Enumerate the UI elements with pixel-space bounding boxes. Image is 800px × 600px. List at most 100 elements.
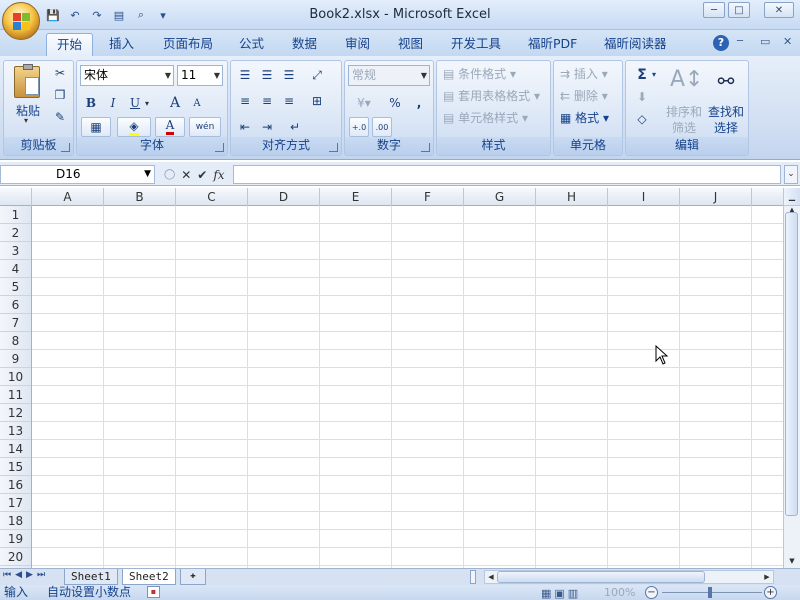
cut-icon[interactable]: ✂ — [50, 63, 70, 83]
row-header[interactable]: 16 — [0, 476, 31, 494]
row-header[interactable]: 12 — [0, 404, 31, 422]
row-header[interactable]: 2 — [0, 224, 31, 242]
row-header[interactable]: 6 — [0, 296, 31, 314]
insert-function-icon[interactable]: fx — [213, 168, 224, 182]
tab-foxit-pdf[interactable]: 福昕PDF — [518, 33, 587, 56]
row-header[interactable]: 20 — [0, 548, 31, 566]
decrease-decimal-button[interactable]: .00 — [372, 117, 392, 137]
autosum-button[interactable]: Σ — [632, 65, 652, 85]
conditional-format-button[interactable]: ▤ 条件格式 ▾ — [443, 65, 516, 82]
zoom-slider[interactable] — [662, 592, 762, 593]
fill-color-button[interactable]: ◈ — [117, 117, 151, 137]
merge-center-icon[interactable]: ⊞ — [307, 91, 327, 111]
close-button[interactable]: ✕ — [764, 2, 794, 18]
increase-decimal-button[interactable]: +.0 — [349, 117, 369, 137]
percent-button[interactable]: % — [385, 93, 405, 113]
row-header[interactable]: 19 — [0, 530, 31, 548]
maximize-button[interactable]: □ — [728, 2, 750, 18]
format-painter-icon[interactable]: ✎ — [50, 107, 70, 127]
insert-cells-button[interactable]: ⇉ 插入 ▾ — [560, 65, 608, 82]
expand-formula-bar-icon[interactable]: ⌄ — [784, 165, 798, 184]
formula-input[interactable] — [233, 165, 781, 184]
paste-button[interactable]: 粘贴 ▾ — [10, 64, 46, 125]
underline-button[interactable]: U — [125, 93, 145, 113]
name-box[interactable]: D16 ▼ — [0, 165, 155, 184]
column-header[interactable]: D — [248, 188, 320, 206]
row-header[interactable]: 7 — [0, 314, 31, 332]
scroll-left-icon[interactable]: ◀ — [485, 571, 497, 583]
tab-formulas[interactable]: 公式 — [229, 33, 274, 56]
ribbon-close-button[interactable]: ✕ — [783, 35, 792, 48]
clipboard-launcher-icon[interactable] — [61, 143, 70, 152]
sheet-tab-active[interactable]: Sheet2 — [122, 569, 176, 585]
shrink-font-button[interactable]: A — [187, 93, 207, 113]
decrease-indent-icon[interactable]: ⇤ — [235, 117, 255, 137]
alignment-launcher-icon[interactable] — [329, 143, 338, 152]
row-header[interactable]: 14 — [0, 440, 31, 458]
format-cells-button[interactable]: ▦ 格式 ▾ — [560, 109, 609, 126]
italic-button[interactable]: I — [103, 93, 123, 113]
tab-page-layout[interactable]: 页面布局 — [153, 33, 223, 56]
scroll-down-icon[interactable]: ▼ — [784, 556, 800, 566]
sort-filter-button[interactable]: A↕ 排序和 筛选 — [664, 65, 704, 135]
wrap-text-icon[interactable]: ↵ — [285, 117, 305, 137]
row-header[interactable]: 13 — [0, 422, 31, 440]
align-top-icon[interactable]: ☰ — [235, 65, 255, 85]
currency-icon[interactable]: ¥▾ — [349, 93, 379, 113]
row-header[interactable]: 4 — [0, 260, 31, 278]
enter-icon[interactable]: ✔ — [197, 168, 207, 182]
zoom-in-icon[interactable]: + — [764, 586, 777, 599]
align-middle-icon[interactable]: ☰ — [257, 65, 277, 85]
column-header[interactable]: H — [536, 188, 608, 206]
border-button[interactable]: ▦ — [81, 117, 111, 137]
align-right-icon[interactable]: ≡ — [279, 91, 299, 111]
delete-cells-button[interactable]: ⇇ 删除 ▾ — [560, 87, 608, 104]
autosum-chevron-icon[interactable]: ▾ — [652, 70, 656, 79]
clear-icon[interactable]: ◇ — [632, 109, 652, 129]
column-header[interactable]: G — [464, 188, 536, 206]
row-header[interactable]: 8 — [0, 332, 31, 350]
expand-handle-icon[interactable]: ◯ — [164, 169, 175, 180]
zoom-level[interactable]: 100% — [604, 585, 635, 600]
tab-foxit-reader[interactable]: 福昕阅读器 — [594, 33, 677, 56]
fill-icon[interactable]: ⬇ — [632, 87, 652, 107]
phonetic-button[interactable]: wén — [189, 117, 221, 137]
column-header[interactable]: B — [104, 188, 176, 206]
ribbon-restore-button[interactable]: ▭ — [760, 35, 770, 48]
align-center-icon[interactable]: ≡ — [257, 91, 277, 111]
zoom-out-icon[interactable]: − — [645, 586, 658, 599]
font-size-combo[interactable]: 11 ▼ — [177, 65, 223, 86]
help-icon[interactable]: ? — [713, 35, 729, 51]
font-launcher-icon[interactable] — [215, 143, 224, 152]
align-bottom-icon[interactable]: ☰ — [279, 65, 299, 85]
font-name-combo[interactable]: 宋体 ▼ — [80, 65, 174, 86]
row-header[interactable]: 18 — [0, 512, 31, 530]
bold-button[interactable]: B — [81, 93, 101, 113]
view-buttons-icon[interactable]: ▦▣▥ — [541, 586, 581, 600]
row-header[interactable]: 5 — [0, 278, 31, 296]
cell-styles-button[interactable]: ▤ 单元格样式 ▾ — [443, 109, 528, 126]
horizontal-scroll-thumb[interactable] — [497, 571, 705, 583]
row-header[interactable]: 15 — [0, 458, 31, 476]
orientation-icon[interactable]: ⤢ — [307, 65, 327, 85]
row-header[interactable]: 3 — [0, 242, 31, 260]
ribbon-minimize-button[interactable]: ─ — [737, 36, 743, 47]
tab-view[interactable]: 视图 — [388, 33, 433, 56]
tab-data[interactable]: 数据 — [282, 33, 327, 56]
cancel-icon[interactable]: ✕ — [181, 168, 191, 182]
split-box-icon[interactable]: ▁ — [784, 188, 800, 206]
tab-split-handle[interactable] — [470, 570, 476, 584]
format-as-table-button[interactable]: ▤ 套用表格格式 ▾ — [443, 87, 540, 104]
sheet-nav-icons[interactable]: ⏮◀▶⏭ — [3, 570, 49, 580]
cell-grid[interactable] — [32, 206, 783, 568]
column-header[interactable]: E — [320, 188, 392, 206]
comma-button[interactable]: , — [409, 93, 429, 113]
align-left-icon[interactable]: ≡ — [235, 91, 255, 111]
select-all-button[interactable] — [0, 188, 32, 206]
row-header[interactable]: 11 — [0, 386, 31, 404]
number-launcher-icon[interactable] — [421, 143, 430, 152]
find-select-button[interactable]: ⚯ 查找和 选择 — [706, 65, 746, 135]
column-header[interactable]: I — [608, 188, 680, 206]
column-header[interactable]: A — [32, 188, 104, 206]
office-button[interactable] — [2, 2, 40, 40]
